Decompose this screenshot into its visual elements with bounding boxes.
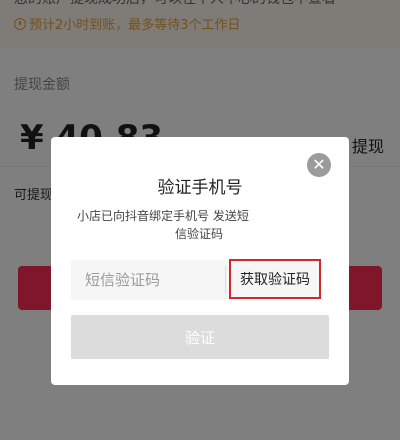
dialog-description-line1: 小店已向抖音绑定手机号 发送短 <box>77 209 249 223</box>
close-icon[interactable]: ✕ <box>307 153 331 177</box>
dialog-description-line2: 信验证码 <box>175 227 224 241</box>
dialog-title: 验证手机号 <box>157 178 243 198</box>
verify-button[interactable]: 验证 <box>71 315 329 359</box>
get-code-button[interactable]: 获取验证码 <box>229 259 321 299</box>
input-separator <box>225 266 226 294</box>
verify-phone-dialog: 验证手机号 ✕ 小店已向抖音绑定手机号 发送短 信验证码 获取验证码 验证 <box>51 137 349 385</box>
sms-code-input[interactable] <box>71 260 239 300</box>
